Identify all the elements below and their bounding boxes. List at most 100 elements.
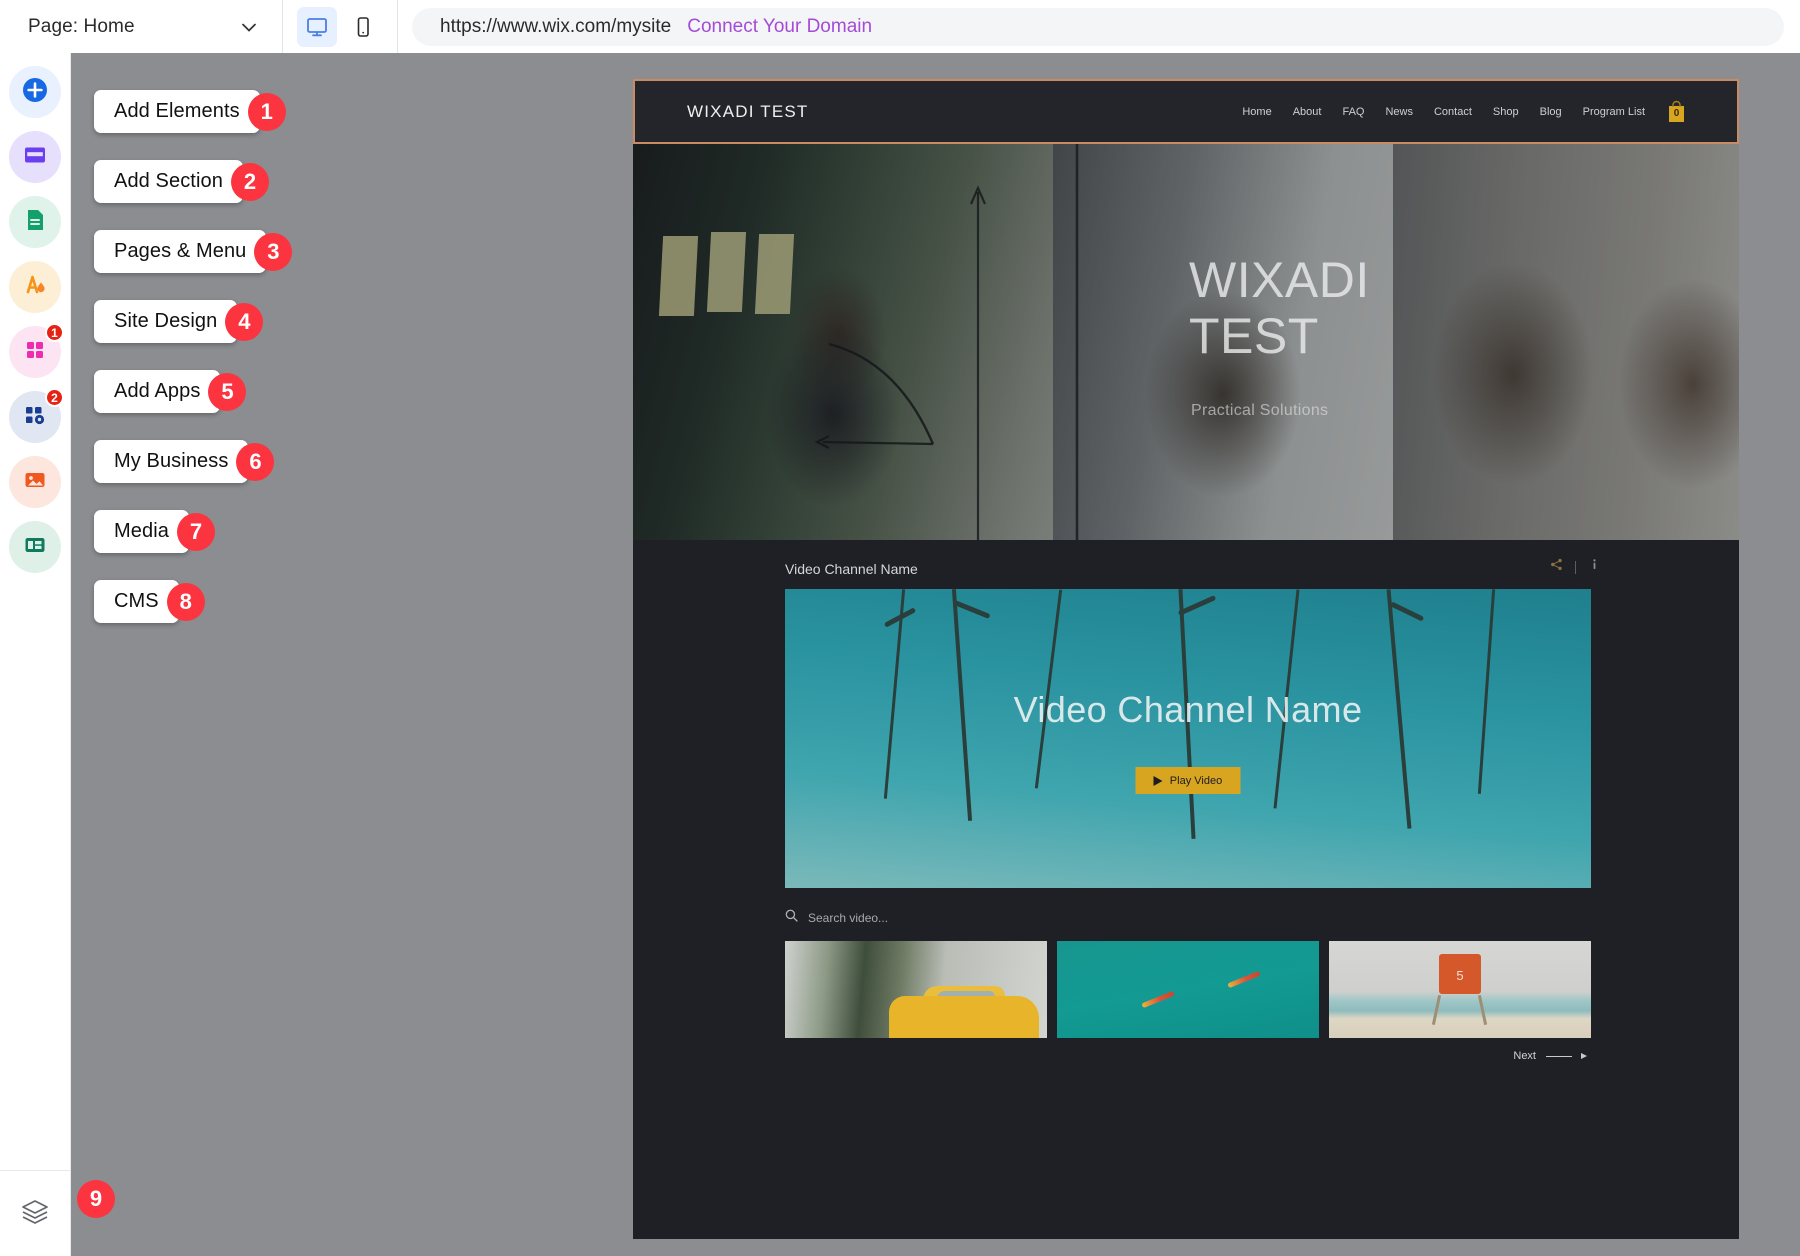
info-icon[interactable] [1588,558,1601,576]
share-icon[interactable] [1550,558,1563,576]
rail-item-add-apps[interactable]: 1 [9,326,61,378]
nav-item-blog[interactable]: Blog [1540,106,1562,118]
menu-row-pages-and-menu: Pages & Menu 3 [94,230,292,273]
nav-item-shop[interactable]: Shop [1493,106,1519,118]
chevron-down-icon [238,16,260,38]
rail-badge-add-apps: 1 [45,323,64,342]
add-section-button[interactable]: Add Section [94,160,243,203]
arrow-right-icon [1546,1056,1572,1057]
site-preview: WIXADI TEST Home About FAQ News Contact … [633,79,1739,1239]
menu-row-my-business: My Business 6 [94,440,292,483]
media-image-icon [20,465,50,500]
page-document-icon [20,205,50,240]
rail-item-layers[interactable] [0,1170,70,1256]
video-player[interactable]: Video Channel Name Play Video [785,589,1591,888]
site-url-bar[interactable]: https://www.wix.com/mysite Connect Your … [412,8,1784,46]
menu-row-cms: CMS 8 [94,580,292,623]
rail-item-cms[interactable] [9,521,61,573]
hero-title-line1: WIXADI [1189,252,1370,308]
hero-title: WIXADI TEST [1189,252,1370,364]
add-elements-button[interactable]: Add Elements [94,90,260,133]
cms-table-icon [20,530,50,565]
callout-1: 1 [248,93,286,131]
rail-item-add-elements[interactable] [9,66,61,118]
video-thumbnail-kayak[interactable] [1057,941,1319,1038]
hero-subtitle: Practical Solutions [1191,402,1328,420]
callout-7: 7 [177,513,215,551]
video-search-input[interactable]: Search video... [785,909,888,927]
apps-grid-icon [20,335,50,370]
layers-stack-icon [19,1195,51,1232]
actions-divider [1575,561,1576,574]
rail-item-my-business[interactable]: 2 [9,391,61,443]
menu-row-site-design: Site Design 4 [94,300,292,343]
page-selector-label: Page: Home [28,16,135,38]
cart-count: 0 [1674,108,1680,119]
callout-5: 5 [208,373,246,411]
media-button[interactable]: Media [94,510,189,553]
top-toolbar: Page: Home https://www.wix.com/mysite Co… [0,0,1800,53]
sections-icon [20,140,50,175]
callout-2: 2 [231,163,269,201]
site-navigation: Home About FAQ News Contact Shop Blog Pr… [1242,100,1687,123]
my-business-button[interactable]: My Business [94,440,248,483]
search-icon [785,909,798,927]
rail-item-pages-and-menu[interactable] [9,196,61,248]
page-selector[interactable]: Page: Home [0,0,282,53]
callout-8: 8 [167,583,205,621]
desktop-monitor-icon[interactable] [297,7,337,47]
mobile-phone-icon[interactable] [343,7,383,47]
video-thumbnail-taxi[interactable] [785,941,1047,1038]
pages-and-menu-button[interactable]: Pages & Menu [94,230,266,273]
arrow-right-head [1581,1053,1587,1059]
play-video-button[interactable]: Play Video [1136,767,1241,794]
video-next-button[interactable]: Next [1513,1050,1587,1062]
hero-overlay [633,144,1739,540]
nav-item-home[interactable]: Home [1242,106,1271,118]
nav-item-news[interactable]: News [1385,106,1413,118]
nav-item-faq[interactable]: FAQ [1342,106,1364,118]
site-header-section[interactable]: WIXADI TEST Home About FAQ News Contact … [633,79,1739,144]
video-channel-label: Video Channel Name [785,561,918,577]
video-search-placeholder: Search video... [808,911,888,925]
device-switcher [283,0,397,53]
lifeguard-tower-number: 5 [1456,968,1463,983]
rail-item-media[interactable] [9,456,61,508]
hero-section[interactable]: WIXADI TEST Practical Solutions [633,144,1739,540]
business-puzzle-icon [20,400,50,435]
hero-title-line2: TEST [1189,308,1370,364]
toolbar-divider-2 [397,0,398,53]
nav-item-about[interactable]: About [1293,106,1322,118]
connect-domain-link[interactable]: Connect Your Domain [687,16,872,38]
menu-row-media: Media 7 [94,510,292,553]
menu-row-add-elements: Add Elements 1 [94,90,292,133]
video-player-title: Video Channel Name [785,689,1591,731]
callout-6: 6 [236,443,274,481]
menu-row-add-section: Add Section 2 [94,160,292,203]
nav-item-contact[interactable]: Contact [1434,106,1472,118]
video-channel-section[interactable]: Video Channel Name [633,540,1739,1239]
callout-4: 4 [225,303,263,341]
play-video-label: Play Video [1170,775,1222,787]
site-logo: WIXADI TEST [687,102,809,122]
design-paint-icon [20,270,50,305]
shopping-bag-icon[interactable]: 0 [1666,100,1687,123]
menu-row-add-apps: Add Apps 5 [94,370,292,413]
site-design-button[interactable]: Site Design [94,300,237,343]
nav-item-program-list[interactable]: Program List [1583,106,1645,118]
video-thumbnail-lifeguard[interactable]: 5 [1329,941,1591,1038]
next-label: Next [1513,1050,1536,1062]
left-tool-rail: 1 2 [0,53,71,1256]
add-apps-button[interactable]: Add Apps [94,370,220,413]
site-url-text: https://www.wix.com/mysite [440,16,671,38]
rail-item-site-design[interactable] [9,261,61,313]
play-triangle-icon [1154,776,1163,786]
video-thumbnail-row: 5 [785,941,1591,1038]
callout-3: 3 [254,233,292,271]
numbered-menu-list: Add Elements 1 Add Section 2 Pages & Men… [94,90,292,650]
plus-circle-icon [20,75,50,110]
callout-9: 9 [77,1180,115,1218]
rail-badge-my-business: 2 [45,388,64,407]
video-section-actions [1550,558,1601,576]
rail-item-add-section[interactable] [9,131,61,183]
